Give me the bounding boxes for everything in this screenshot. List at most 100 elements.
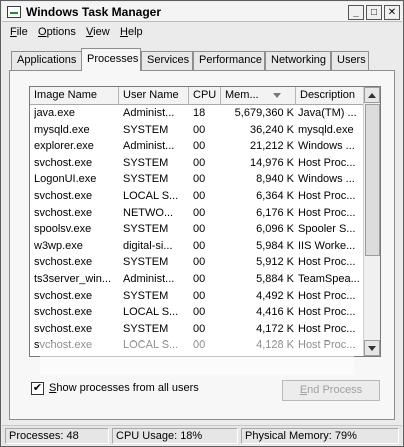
table-row[interactable]: svchost.exe SYSTEM 00 14,976 K Host Proc... xyxy=(30,156,363,173)
memory-cell: 4,128 K xyxy=(256,339,294,352)
memory-cell: 5,884 K xyxy=(256,272,294,285)
show-all-users-checkbox[interactable]: ✔ xyxy=(31,382,44,395)
user-name-cell: SYSTEM xyxy=(123,289,169,302)
column-header-description[interactable]: Description xyxy=(296,87,363,105)
memory-cell: 21,212 K xyxy=(249,140,294,153)
process-list[interactable]: Image Name User Name CPU Mem... Descript… xyxy=(29,86,381,357)
tab-users[interactable]: Users xyxy=(331,51,369,70)
status-processes: Processes: 48 xyxy=(5,428,109,444)
menu-view[interactable]: View xyxy=(86,26,110,38)
table-row[interactable]: svchost.exe LOCAL S... 00 4,416 K Host Proc.… xyxy=(30,305,363,322)
arrow-up-icon xyxy=(368,93,376,98)
sort-descending-icon xyxy=(273,93,281,98)
cpu-cell: 00 xyxy=(193,206,206,219)
user-name-cell: SYSTEM xyxy=(123,223,169,236)
memory-cell: 6,176 K xyxy=(256,206,294,219)
title-bar[interactable]: Windows Task Manager _ □ ✕ xyxy=(2,2,402,22)
tab-applications[interactable]: Applications xyxy=(11,51,83,70)
status-cpu-usage: CPU Usage: 18% xyxy=(112,428,238,444)
description-cell: Host Proc... xyxy=(298,189,356,202)
column-header-memory[interactable]: Mem... xyxy=(221,87,296,105)
menu-file[interactable]: File xyxy=(10,26,28,38)
user-name-cell: Administ... xyxy=(123,272,175,285)
tab-processes[interactable]: Processes xyxy=(81,48,141,71)
image-name-cell: ts3server_win... xyxy=(34,272,112,285)
show-all-users-label: Show processes from all users xyxy=(49,382,199,394)
close-button[interactable]: ✕ xyxy=(384,5,400,20)
table-row[interactable]: svchost.exe SYSTEM 00 5,912 K Host Proc... xyxy=(30,255,363,272)
table-row[interactable]: svchost.exe SYSTEM 00 4,172 K Host Proc... xyxy=(30,322,363,339)
processes-panel: Image Name User Name CPU Mem... Descript… xyxy=(9,70,395,420)
table-row[interactable]: mysqld.exe SYSTEM 00 36,240 K mysqld.exe xyxy=(30,123,363,140)
description-cell: Host Proc... xyxy=(298,256,356,269)
image-name-cell: svchost.exe xyxy=(34,289,93,302)
image-name-cell: svchost.exe xyxy=(34,256,93,269)
table-row[interactable]: w3wp.exe digital-si... 00 5,984 K IIS Worke.… xyxy=(30,239,363,256)
window-title: Windows Task Manager xyxy=(26,5,162,19)
table-row[interactable]: svchost.exe LOCAL S... 00 4,128 K Host Proc.… xyxy=(30,338,363,355)
image-name-cell: java.exe xyxy=(34,107,75,119)
description-cell: Host Proc... xyxy=(298,206,356,219)
cpu-cell: 00 xyxy=(193,272,206,285)
cpu-cell: 00 xyxy=(193,173,206,186)
column-header-image-name[interactable]: Image Name xyxy=(30,87,119,105)
status-bar: Processes: 48 CPU Usage: 18% Physical Me… xyxy=(2,425,402,445)
minimize-button[interactable]: _ xyxy=(348,5,364,20)
scrollbar-thumb[interactable] xyxy=(365,104,380,256)
image-name-cell: LogonUI.exe xyxy=(34,173,97,186)
end-process-button[interactable]: End Process xyxy=(282,380,380,401)
user-name-cell: digital-si... xyxy=(123,239,173,252)
menu-bar: File Options View Help xyxy=(2,23,402,42)
process-rows: java.exe Administ... 18 5,679,360 K Java(TM)… xyxy=(30,106,363,355)
table-row[interactable]: ts3server_win... Administ... 00 5,884 K Team… xyxy=(30,272,363,289)
image-name-cell: svchost.exe xyxy=(34,339,93,352)
user-name-cell: SYSTEM xyxy=(123,156,169,169)
table-row[interactable]: spoolsv.exe SYSTEM 00 6,096 K Spooler S... xyxy=(30,222,363,239)
tab-performance[interactable]: Performance xyxy=(193,51,265,70)
description-cell: mysqld.exe xyxy=(298,123,354,136)
table-row[interactable]: java.exe Administ... 18 5,679,360 K Java(TM)… xyxy=(30,106,363,123)
user-name-cell: SYSTEM xyxy=(123,256,169,269)
description-cell: IIS Worke... xyxy=(298,239,356,252)
column-header-user-name[interactable]: User Name xyxy=(119,87,189,105)
memory-cell: 6,096 K xyxy=(256,223,294,236)
cpu-cell: 18 xyxy=(193,107,206,119)
menu-help[interactable]: Help xyxy=(120,26,143,38)
table-row[interactable]: svchost.exe LOCAL S... 00 6,364 K Host Proc.… xyxy=(30,189,363,206)
image-name-cell: mysqld.exe xyxy=(34,123,90,136)
status-physical-memory: Physical Memory: 79% xyxy=(241,428,399,444)
tab-networking[interactable]: Networking xyxy=(265,51,331,70)
cpu-cell: 00 xyxy=(193,123,206,136)
description-cell: Spooler S... xyxy=(298,223,356,236)
scroll-down-button[interactable] xyxy=(364,340,380,356)
cpu-cell: 00 xyxy=(193,339,206,352)
image-name-cell: explorer.exe xyxy=(34,140,94,153)
menu-options[interactable]: Options xyxy=(38,26,76,38)
user-name-cell: SYSTEM xyxy=(123,322,169,335)
table-row[interactable]: LogonUI.exe SYSTEM 00 8,940 K Windows ... xyxy=(30,172,363,189)
memory-cell: 4,416 K xyxy=(256,306,294,319)
tab-services[interactable]: Services xyxy=(141,51,193,70)
image-name-cell: svchost.exe xyxy=(34,306,93,319)
cpu-cell: 00 xyxy=(193,239,206,252)
cpu-cell: 00 xyxy=(193,289,206,302)
description-cell: Host Proc... xyxy=(298,339,356,352)
vertical-scrollbar[interactable] xyxy=(363,87,380,356)
table-row[interactable]: svchost.exe SYSTEM 00 4,492 K Host Proc... xyxy=(30,289,363,306)
image-name-cell: svchost.exe xyxy=(34,156,93,169)
task-manager-window: Windows Task Manager _ □ ✕ File Options … xyxy=(0,0,404,447)
table-row[interactable]: explorer.exe Administ... 00 21,212 K Windows… xyxy=(30,139,363,156)
description-cell: TeamSpea... xyxy=(298,272,360,285)
scroll-up-button[interactable] xyxy=(364,87,380,103)
cpu-cell: 00 xyxy=(193,256,206,269)
cpu-cell: 00 xyxy=(193,156,206,169)
user-name-cell: LOCAL S... xyxy=(123,306,179,319)
description-cell: Host Proc... xyxy=(298,322,356,335)
memory-cell: 5,679,360 K xyxy=(234,107,294,119)
table-row[interactable]: svchost.exe NETWO... 00 6,176 K Host Proc... xyxy=(30,206,363,223)
cpu-cell: 00 xyxy=(193,189,206,202)
image-name-cell: spoolsv.exe xyxy=(34,223,92,236)
maximize-button[interactable]: □ xyxy=(366,5,382,20)
column-header-cpu[interactable]: CPU xyxy=(189,87,221,105)
task-manager-app-icon xyxy=(7,6,21,18)
